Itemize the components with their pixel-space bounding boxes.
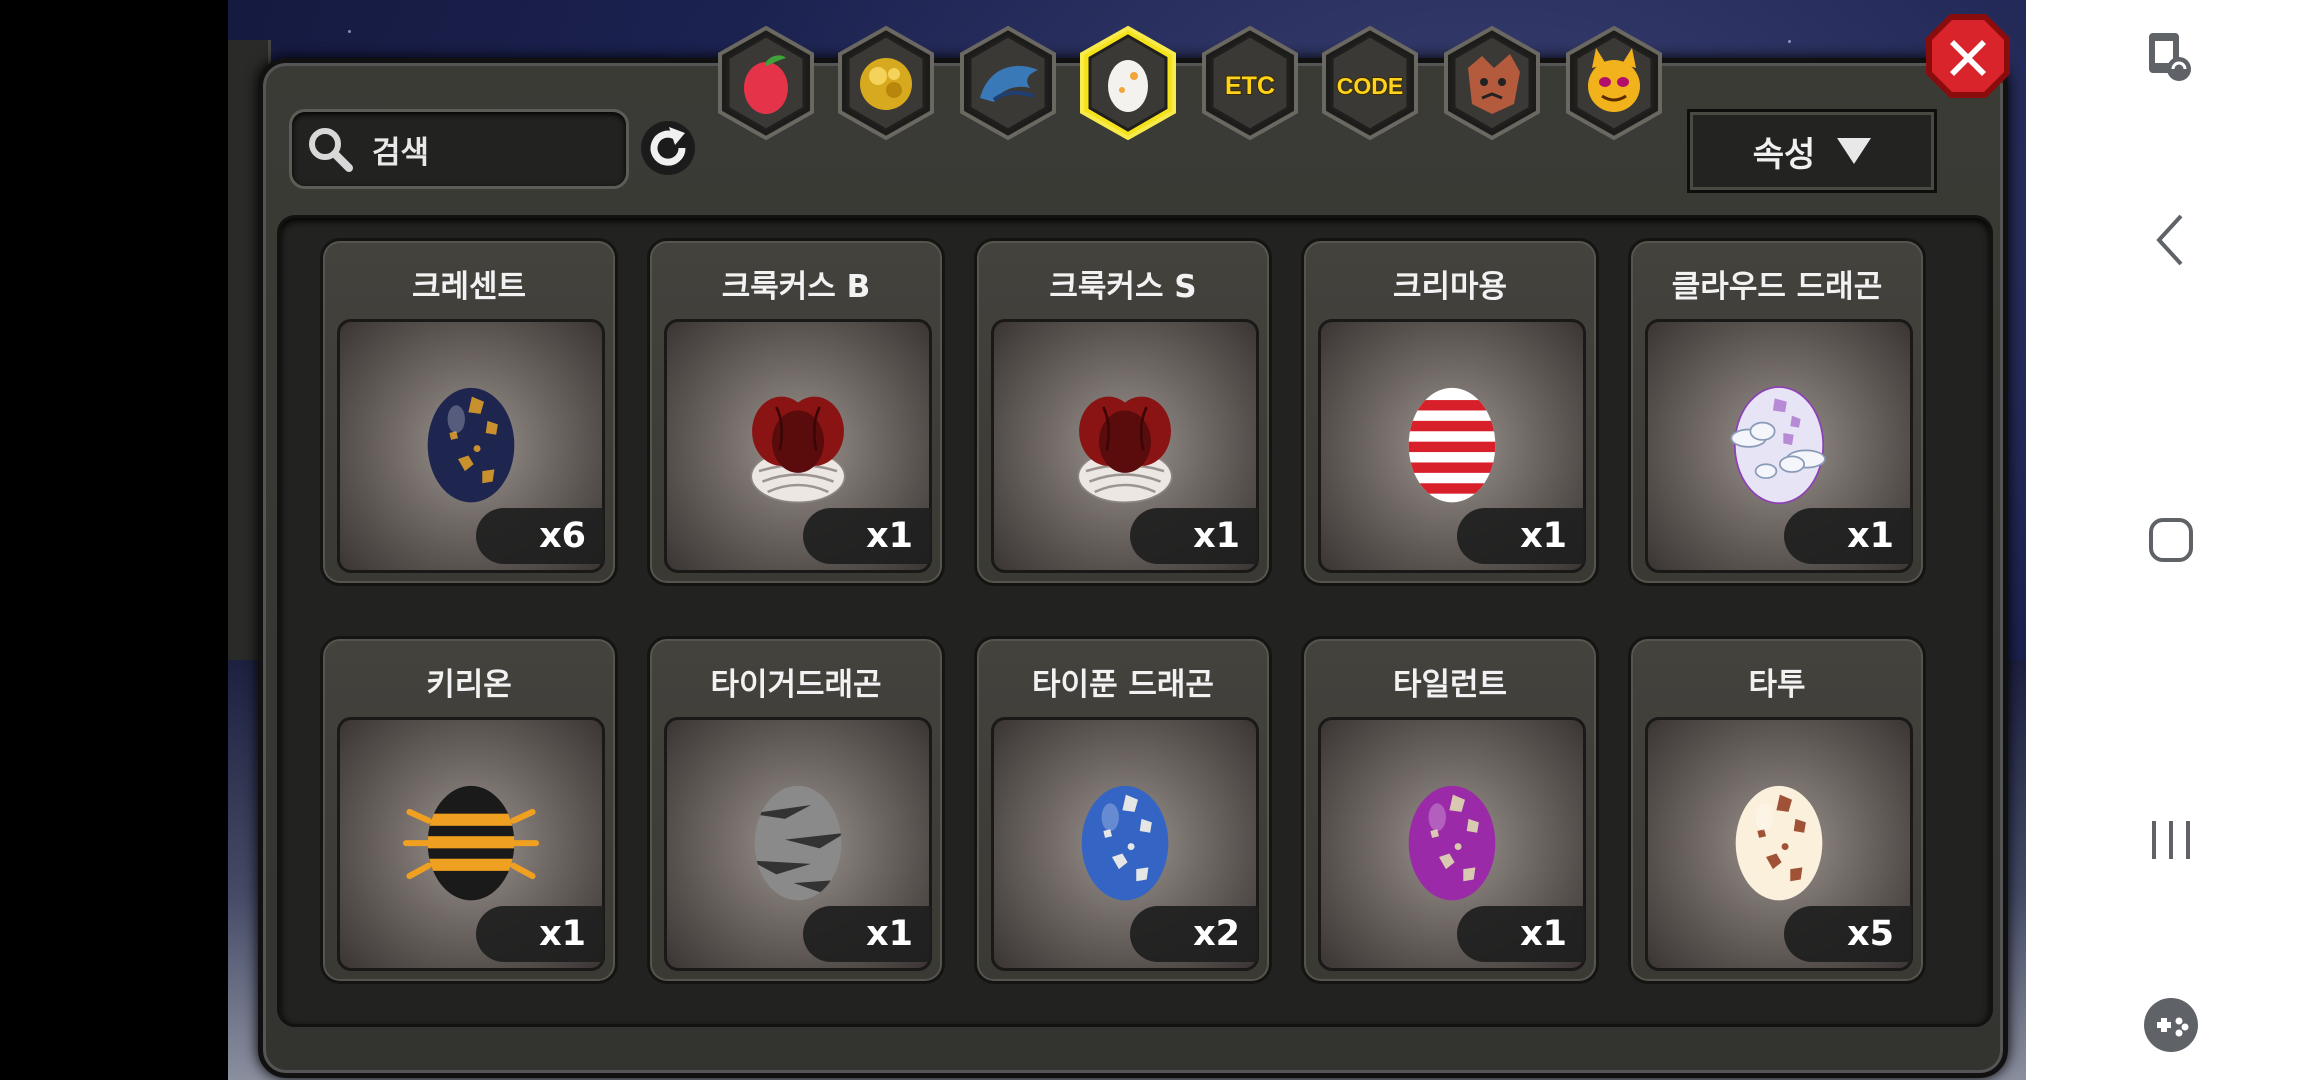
- item-quantity: x6: [476, 508, 604, 564]
- item-card[interactable]: 크룩커스 S x1: [974, 238, 1272, 586]
- tab-beast[interactable]: [1438, 24, 1546, 142]
- item-slot: x1: [991, 319, 1259, 573]
- item-quantity: x5: [1784, 906, 1912, 962]
- item-slot: x2: [991, 717, 1259, 971]
- home-icon: [2149, 518, 2193, 562]
- tab-gold[interactable]: [832, 24, 940, 142]
- close-icon: [1926, 14, 2010, 98]
- item-card[interactable]: 타이푼 드래곤 x2: [974, 636, 1272, 984]
- devil-face-icon: [1566, 25, 1662, 141]
- rotate-lock-icon: [2149, 33, 2191, 81]
- item-card[interactable]: 타이거드래곤 x1: [647, 636, 945, 984]
- wolf-icon: [1444, 25, 1540, 141]
- egg-icon: [1730, 386, 1826, 505]
- item-card[interactable]: 타일런트 x1: [1301, 636, 1599, 984]
- item-slot: x1: [337, 717, 605, 971]
- egg-icon: [1081, 785, 1169, 901]
- close-button[interactable]: [1922, 10, 2014, 102]
- item-card[interactable]: 크룩커스 B x1: [647, 238, 945, 586]
- tab-dragon[interactable]: [954, 24, 1062, 142]
- egg-icon: [427, 387, 515, 503]
- search-box[interactable]: 검색: [289, 109, 629, 189]
- inventory-panel: 검색 속성 크레센트 x6 크룩커스 Bx1 크룩커스 Sx1 크리마용 x1 클라우드 드…: [258, 58, 2008, 1078]
- screen-pin-button[interactable]: [2026, 22, 2316, 92]
- item-quantity: x1: [803, 906, 931, 962]
- item-slot: x1: [664, 717, 932, 971]
- item-name: 크레센트: [411, 269, 527, 305]
- item-name: 타이거드래곤: [710, 667, 882, 703]
- home-button[interactable]: [2026, 500, 2316, 580]
- item-quantity: x1: [476, 906, 604, 962]
- gamepad-icon: [2144, 998, 2198, 1052]
- background-star: [1788, 40, 1791, 43]
- dragon-icon: [960, 25, 1056, 141]
- sort-label: 속성: [1752, 134, 1816, 175]
- item-name: 타일런트: [1392, 667, 1508, 703]
- tab-devil[interactable]: [1560, 24, 1668, 142]
- item-slot: x1: [1645, 319, 1913, 573]
- system-navigation-bar: [2026, 0, 2316, 1080]
- item-quantity: x1: [1457, 906, 1585, 962]
- item-quantity: x1: [803, 508, 931, 564]
- svg-text:ETC: ETC: [1225, 72, 1275, 100]
- egg-icon: [1080, 25, 1176, 141]
- item-name: 크룩커스 S: [1049, 269, 1197, 305]
- item-name: 크리마용: [1392, 269, 1508, 305]
- search-placeholder: 검색: [372, 134, 430, 171]
- item-grid: 크레센트 x6 크룩커스 Bx1 크룩커스 Sx1 크리마용 x1 클라우드 드래곤 x1 키리…: [277, 215, 1993, 1027]
- item-name: 타투: [1748, 667, 1806, 703]
- fruit-icon: [718, 25, 814, 141]
- recents-button[interactable]: [2026, 800, 2316, 880]
- item-slot: x1: [664, 319, 932, 573]
- item-quantity: x1: [1457, 508, 1585, 564]
- egg-icon: [1077, 396, 1173, 504]
- back-icon: [2156, 214, 2183, 266]
- item-slot: x1: [1318, 717, 1586, 971]
- item-name: 크룩커스 B: [721, 269, 871, 305]
- tab-egg[interactable]: [1074, 24, 1182, 142]
- item-card[interactable]: 크레센트 x6: [320, 238, 618, 586]
- item-card[interactable]: 키리온 x1: [320, 636, 618, 984]
- item-card[interactable]: 크리마용 x1: [1301, 238, 1599, 586]
- back-button[interactable]: [2026, 200, 2316, 280]
- gold-ore-icon: [838, 25, 934, 141]
- item-slot: x6: [337, 319, 605, 573]
- egg-icon: [750, 396, 846, 504]
- item-name: 키리온: [426, 667, 512, 703]
- item-slot: x5: [1645, 717, 1913, 971]
- item-quantity: x1: [1784, 508, 1912, 564]
- item-slot: x1: [1318, 319, 1586, 573]
- recents-icon: [2152, 821, 2190, 859]
- item-card[interactable]: 타투 x5: [1628, 636, 1926, 984]
- tab-code-label: CODE: [1322, 25, 1418, 141]
- item-quantity: x2: [1130, 906, 1258, 962]
- item-quantity: x1: [1130, 508, 1258, 564]
- item-name: 타이푼 드래곤: [1032, 667, 1214, 703]
- refresh-icon[interactable]: [639, 119, 697, 177]
- left-black-bar: [0, 0, 228, 1080]
- egg-icon: [754, 785, 842, 901]
- tab-etc[interactable]: ETC: [1196, 24, 1304, 142]
- tab-fruit[interactable]: [712, 24, 820, 142]
- egg-icon: [1735, 785, 1823, 901]
- tab-code[interactable]: CODE: [1316, 24, 1424, 142]
- search-icon: [306, 125, 354, 173]
- item-name: 클라우드 드래곤: [1671, 269, 1883, 305]
- background-star: [348, 30, 351, 33]
- game-tools-button[interactable]: [2026, 990, 2316, 1060]
- chevron-down-icon: [1837, 138, 1872, 164]
- egg-icon: [1408, 387, 1496, 503]
- egg-icon: [1408, 785, 1496, 901]
- tab-etc-label: ETC: [1202, 25, 1298, 141]
- sort-dropdown[interactable]: 속성: [1687, 109, 1937, 193]
- egg-icon: [402, 785, 540, 901]
- item-card[interactable]: 클라우드 드래곤 x1: [1628, 238, 1926, 586]
- svg-text:CODE: CODE: [1337, 73, 1403, 99]
